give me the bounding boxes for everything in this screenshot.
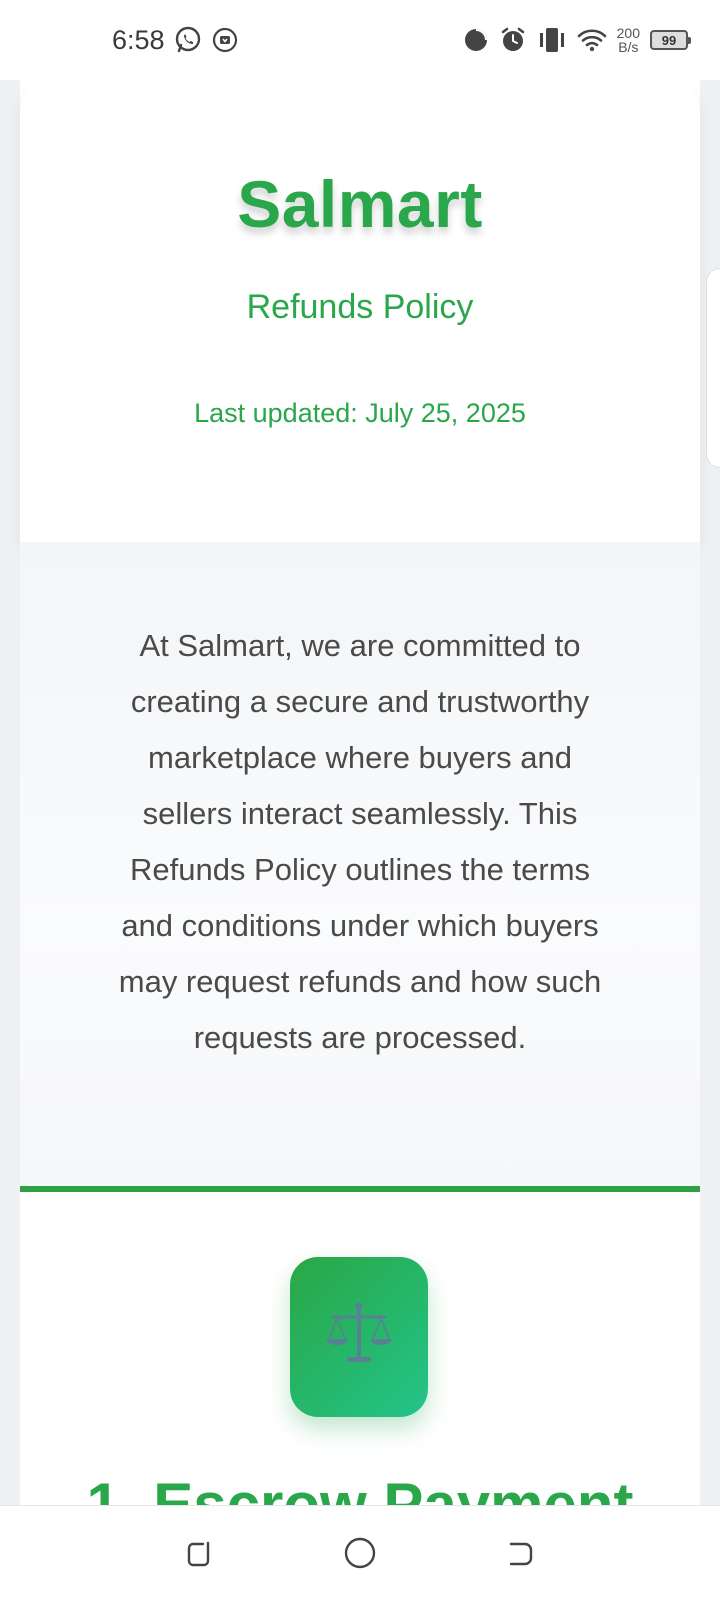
battery-icon: 99: [650, 30, 691, 50]
page-content: Salmart Refunds Policy Last updated: Jul…: [0, 80, 720, 1505]
battery-level: 99: [661, 32, 677, 48]
status-left: 6:58: [112, 25, 239, 56]
home-button[interactable]: [330, 1523, 390, 1583]
whatsapp-icon: [173, 25, 203, 55]
scales-icon: [321, 1297, 397, 1378]
back-button[interactable]: [490, 1523, 550, 1583]
policy-card: Salmart Refunds Policy Last updated: Jul…: [20, 80, 700, 1505]
side-panel-handle[interactable]: [706, 268, 720, 468]
alarm-icon: [499, 26, 527, 54]
status-time: 6:58: [112, 24, 165, 55]
back-icon: [509, 1542, 533, 1566]
recent-apps-button[interactable]: [170, 1523, 230, 1583]
page-subtitle: Refunds Policy: [246, 288, 474, 326]
last-updated: Last updated: July 25, 2025: [194, 398, 526, 428]
data-saver-icon: [463, 27, 489, 53]
wifi-icon: [577, 27, 607, 53]
navigation-bar: [0, 1505, 720, 1600]
intro-section: At Salmart, we are committed to creating…: [20, 542, 700, 1192]
recent-apps-icon: [187, 1541, 210, 1567]
intro-text: At Salmart, we are committed to creating…: [118, 628, 602, 1055]
policy-header: Salmart Refunds Policy Last updated: Jul…: [20, 80, 700, 542]
brand-title: Salmart: [237, 167, 483, 241]
status-right: 200 B/s 99: [463, 26, 691, 54]
network-speed-value: 200: [616, 25, 640, 41]
notification-icon: [211, 26, 239, 54]
section-title: 1. Escrow Payment: [86, 1471, 634, 1505]
section-escrow-payment: 1. Escrow Payment: [20, 1192, 700, 1505]
vibrate-icon: [537, 26, 567, 54]
section-icon-tile: [290, 1257, 428, 1417]
status-bar: 6:58 200 B/s 99: [0, 0, 720, 80]
network-speed-unit: B/s: [618, 39, 639, 55]
home-icon: [344, 1537, 376, 1569]
network-speed: 200 B/s: [617, 26, 640, 54]
